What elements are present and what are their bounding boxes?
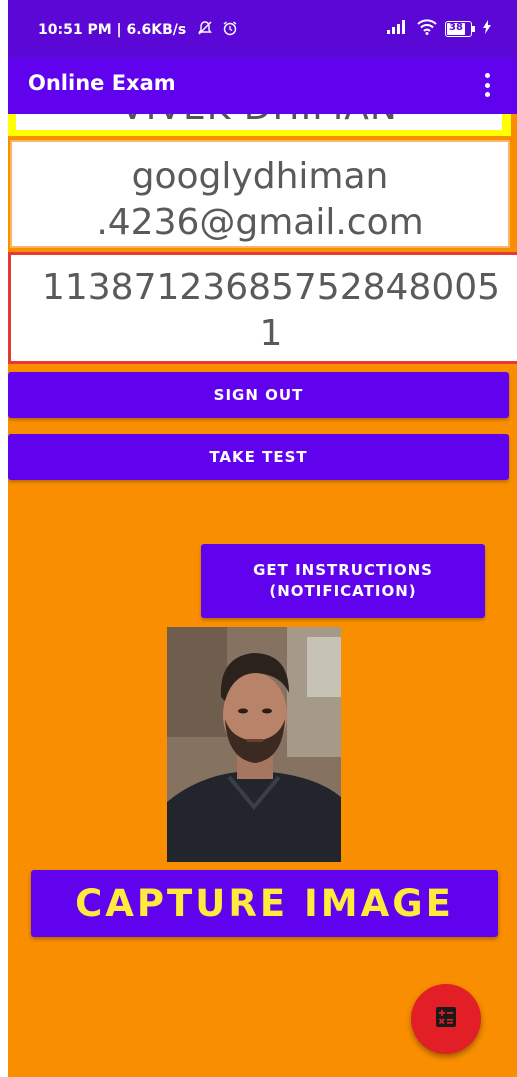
app-title: Online Exam: [28, 71, 176, 95]
charging-icon: [483, 19, 491, 39]
user-email: googlydhiman .4236@gmail.com: [96, 156, 424, 243]
alarm-icon: [222, 20, 238, 40]
user-name: VIVEK DHIMAN: [16, 114, 502, 128]
get-instructions-sublabel: (NOTIFICATION): [269, 582, 417, 600]
user-id: 11387123685752848005 1: [41, 267, 501, 354]
take-test-button[interactable]: TAKE TEST: [8, 434, 509, 480]
battery-icon: 38: [445, 21, 475, 37]
calculator-fab[interactable]: [411, 984, 481, 1054]
status-time: 10:51 PM | 6.6KB/s: [38, 22, 187, 38]
status-bar: 10:51 PM | 6.6KB/s 38: [8, 0, 517, 58]
get-instructions-button[interactable]: GET INSTRUCTIONS (NOTIFICATION): [201, 544, 485, 618]
user-id-field: 11387123685752848005 1: [8, 252, 517, 364]
sign-out-button[interactable]: SIGN OUT: [8, 372, 509, 418]
email-field: googlydhiman .4236@gmail.com: [10, 140, 510, 248]
name-field: VIVEK DHIMAN: [8, 114, 511, 136]
captured-photo: [167, 627, 341, 862]
app-screen: 10:51 PM | 6.6KB/s 38 Online Exam googly…: [8, 0, 517, 1077]
overflow-menu-icon[interactable]: [475, 70, 499, 100]
signal-icon: [387, 19, 409, 39]
app-bar: Online Exam: [8, 58, 517, 114]
calculator-icon: [434, 1005, 458, 1034]
wifi-icon: [417, 18, 437, 40]
mute-bell-icon: [197, 20, 213, 40]
battery-level: 38: [449, 22, 463, 33]
get-instructions-label: GET INSTRUCTIONS: [253, 561, 433, 579]
left-margin: [0, 0, 8, 1077]
capture-image-button[interactable]: CAPTURE IMAGE: [31, 870, 498, 937]
